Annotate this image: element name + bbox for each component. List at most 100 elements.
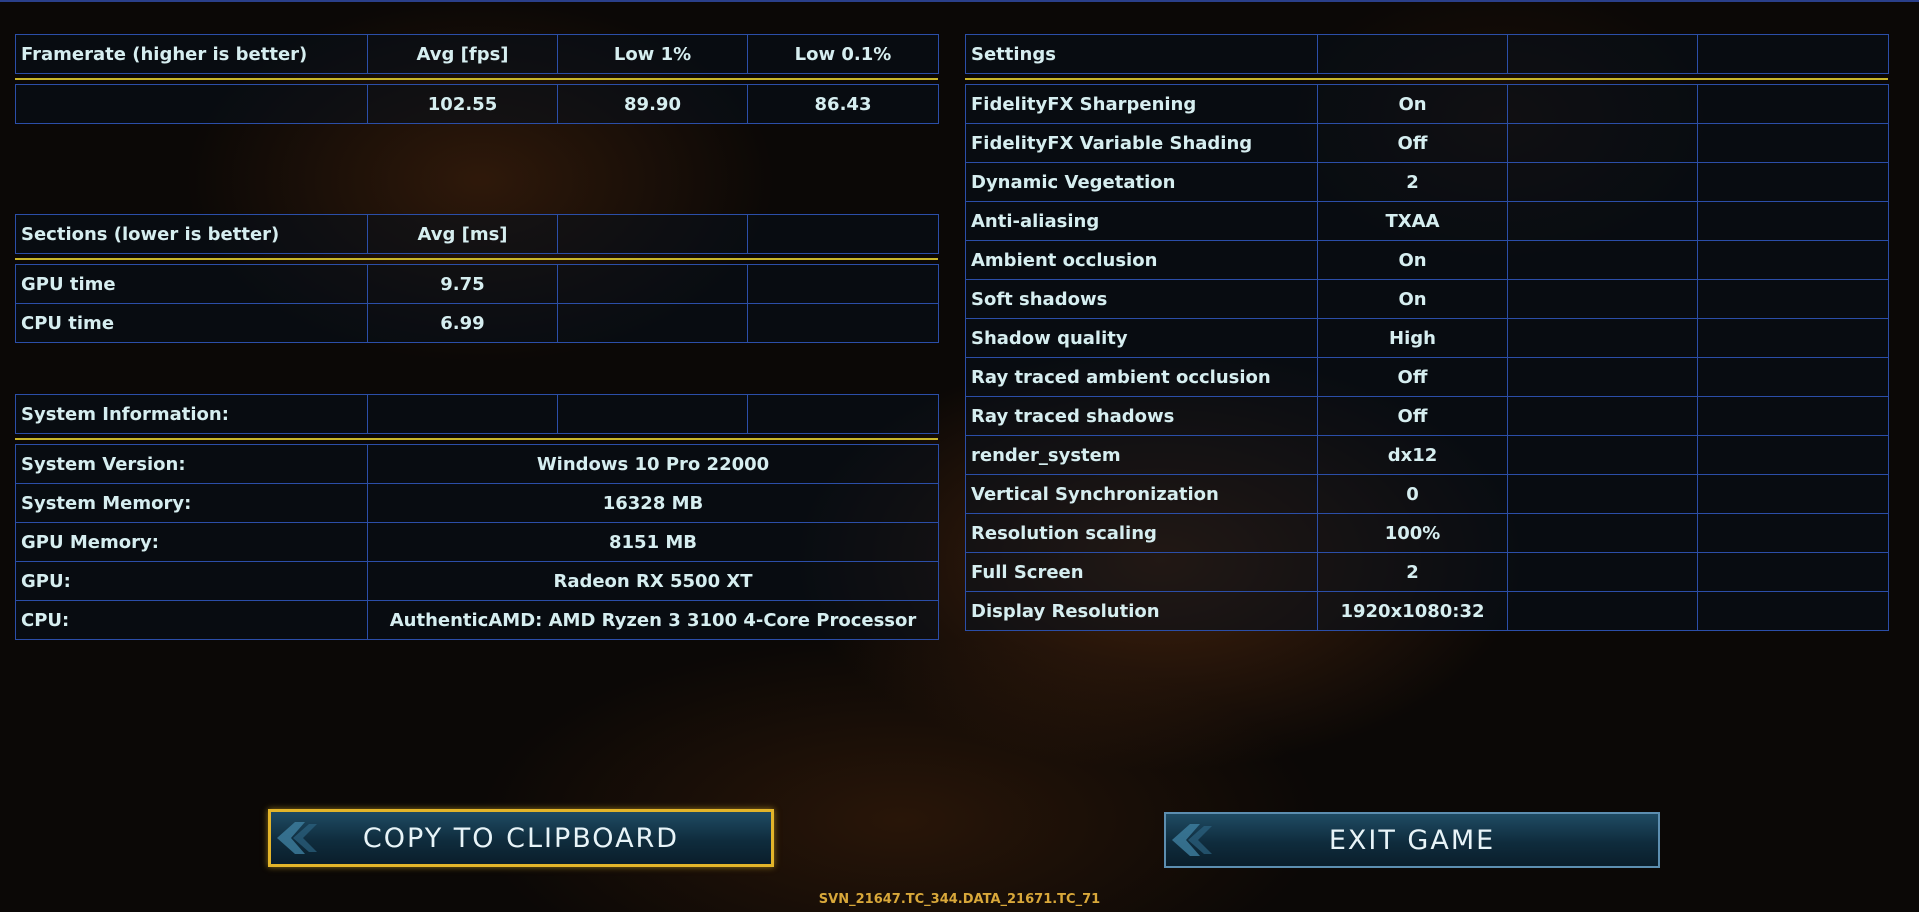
table-row: Vertical Synchronization 0 xyxy=(965,474,1889,514)
cpu-label: CPU: xyxy=(15,600,368,640)
exit-button-label: EXIT GAME xyxy=(1328,824,1496,856)
table-row: FidelityFX Sharpening On xyxy=(965,84,1889,124)
empty-cell xyxy=(1507,357,1698,397)
settings-title: Settings xyxy=(965,34,1318,74)
framerate-low1-value: 89.90 xyxy=(557,84,748,124)
settings-label: Ambient occlusion xyxy=(965,240,1318,280)
empty-cell xyxy=(1697,162,1889,202)
empty-cell xyxy=(1697,591,1889,631)
sections-col-empty xyxy=(747,214,939,254)
empty-cell xyxy=(1317,34,1508,74)
table-row: CPU time 6.99 xyxy=(15,303,939,343)
empty-cell xyxy=(1507,201,1698,241)
empty-cell xyxy=(1507,474,1698,514)
empty-cell xyxy=(557,303,748,343)
settings-value: 2 xyxy=(1317,552,1508,592)
framerate-values-table: 102.55 89.90 86.43 xyxy=(15,84,939,124)
exit-game-button[interactable]: EXIT GAME xyxy=(1164,812,1660,868)
copy-button-label: COPY TO CLIPBOARD xyxy=(362,822,680,854)
gpu-time-value: 9.75 xyxy=(367,264,558,304)
settings-label: render_system xyxy=(965,435,1318,475)
gpu-memory-label: GPU Memory: xyxy=(15,522,368,562)
settings-value: On xyxy=(1317,240,1508,280)
system-values-table: System Version: Windows 10 Pro 22000 Sys… xyxy=(15,444,939,640)
settings-value: Off xyxy=(1317,123,1508,163)
system-separator xyxy=(15,438,938,440)
settings-label: Vertical Synchronization xyxy=(965,474,1318,514)
empty-cell xyxy=(747,303,939,343)
settings-label: Full Screen xyxy=(965,552,1318,592)
gpu-value: Radeon RX 5500 XT xyxy=(367,561,939,601)
empty-cell xyxy=(1507,123,1698,163)
empty-cell xyxy=(1697,552,1889,592)
table-row: GPU: Radeon RX 5500 XT xyxy=(15,561,939,601)
empty-cell xyxy=(1507,591,1698,631)
table-row: 102.55 89.90 86.43 xyxy=(15,84,939,124)
settings-label: Ray traced ambient occlusion xyxy=(965,357,1318,397)
settings-value: 100% xyxy=(1317,513,1508,553)
framerate-row-label xyxy=(15,84,368,124)
settings-value: Off xyxy=(1317,396,1508,436)
table-row: Anti-aliasing TXAA xyxy=(965,201,1889,241)
system-version-label: System Version: xyxy=(15,444,368,484)
framerate-low01-value: 86.43 xyxy=(747,84,939,124)
empty-cell xyxy=(1697,201,1889,241)
empty-cell xyxy=(1507,84,1698,124)
settings-label: Anti-aliasing xyxy=(965,201,1318,241)
table-row: Dynamic Vegetation 2 xyxy=(965,162,1889,202)
settings-value: 0 xyxy=(1317,474,1508,514)
cpu-time-value: 6.99 xyxy=(367,303,558,343)
table-row: System Memory: 16328 MB xyxy=(15,483,939,523)
sections-header-table: Sections (lower is better) Avg [ms] xyxy=(15,214,939,254)
empty-cell xyxy=(1507,396,1698,436)
empty-cell xyxy=(1507,279,1698,319)
settings-value: On xyxy=(1317,279,1508,319)
settings-separator xyxy=(965,78,1888,80)
settings-label: Resolution scaling xyxy=(965,513,1318,553)
empty-cell xyxy=(1507,513,1698,553)
sections-separator xyxy=(15,258,938,260)
empty-cell xyxy=(1697,318,1889,358)
settings-value: 1920x1080:32 xyxy=(1317,591,1508,631)
settings-header-table: Settings xyxy=(965,34,1889,74)
table-row: Display Resolution 1920x1080:32 xyxy=(965,591,1889,631)
system-info-title: System Information: xyxy=(15,394,368,434)
empty-cell xyxy=(367,394,558,434)
empty-cell xyxy=(1697,513,1889,553)
table-row: render_system dx12 xyxy=(965,435,1889,475)
sections-title: Sections (lower is better) xyxy=(15,214,368,254)
framerate-title: Framerate (higher is better) xyxy=(15,34,368,74)
empty-cell xyxy=(1697,474,1889,514)
copy-to-clipboard-button[interactable]: COPY TO CLIPBOARD xyxy=(268,809,774,867)
framerate-separator xyxy=(15,78,938,80)
table-row: Ray traced ambient occlusion Off xyxy=(965,357,1889,397)
empty-cell xyxy=(1697,123,1889,163)
system-memory-value: 16328 MB xyxy=(367,483,939,523)
table-row: Ray traced shadows Off xyxy=(965,396,1889,436)
table-row: Soft shadows On xyxy=(965,279,1889,319)
system-memory-label: System Memory: xyxy=(15,483,368,523)
gpu-label: GPU: xyxy=(15,561,368,601)
table-row: Full Screen 2 xyxy=(965,552,1889,592)
empty-cell xyxy=(1697,396,1889,436)
settings-label: FidelityFX Sharpening xyxy=(965,84,1318,124)
empty-cell xyxy=(747,394,939,434)
empty-cell xyxy=(1507,162,1698,202)
framerate-col-low01: Low 0.1% xyxy=(747,34,939,74)
settings-label: Dynamic Vegetation xyxy=(965,162,1318,202)
table-row: System Version: Windows 10 Pro 22000 xyxy=(15,444,939,484)
empty-cell xyxy=(1697,435,1889,475)
settings-value: Off xyxy=(1317,357,1508,397)
settings-value: High xyxy=(1317,318,1508,358)
empty-cell xyxy=(1507,552,1698,592)
settings-value: dx12 xyxy=(1317,435,1508,475)
framerate-col-low1: Low 1% xyxy=(557,34,748,74)
empty-cell xyxy=(557,264,748,304)
gpu-time-label: GPU time xyxy=(15,264,368,304)
cpu-value: AuthenticAMD: AMD Ryzen 3 3100 4-Core Pr… xyxy=(367,600,939,640)
build-version-text: SVN_21647.TC_344.DATA_21671.TC_71 xyxy=(818,892,1101,907)
framerate-avg-value: 102.55 xyxy=(367,84,558,124)
settings-label: Ray traced shadows xyxy=(965,396,1318,436)
table-row: GPU Memory: 8151 MB xyxy=(15,522,939,562)
empty-cell xyxy=(1507,34,1698,74)
